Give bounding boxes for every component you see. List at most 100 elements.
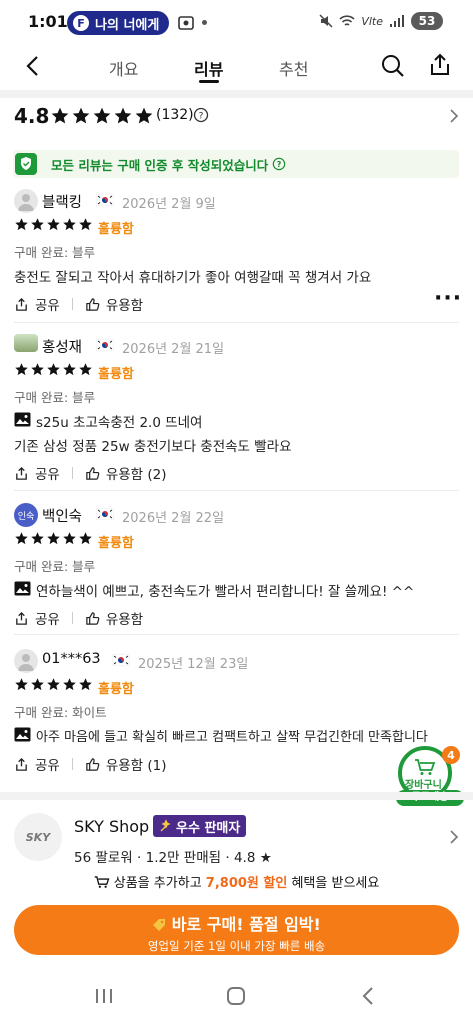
mute-icon — [319, 14, 333, 28]
share-button[interactable]: 공유 — [35, 463, 60, 483]
buy-title-text: 바로 구매! 품절 임박! — [171, 915, 321, 934]
signal-icon — [390, 15, 404, 27]
help-icon: ? — [273, 157, 286, 171]
help-icon[interactable]: ? — [193, 107, 209, 123]
review-stars — [14, 217, 93, 232]
korea-flag-icon — [96, 194, 114, 206]
star-icon — [93, 107, 111, 124]
buy-subtitle: 영업일 기준 1일 이내 가장 빠른 배송 — [147, 939, 326, 953]
promo-amount: 7,800원 할인 — [205, 876, 288, 891]
star-icon — [135, 107, 153, 124]
photo-icon — [14, 727, 31, 742]
summary-stars — [50, 106, 154, 126]
dot-separator: · — [137, 850, 146, 866]
review-stars — [14, 531, 93, 546]
review-actions: 공유 유용함 (1) — [14, 754, 167, 774]
share-icon — [16, 466, 27, 480]
share-icon — [16, 297, 27, 311]
star-icon: ★ — [259, 850, 272, 866]
review-actions: 공유 유용함 — [14, 294, 143, 314]
avatar: 인숙 — [14, 503, 38, 527]
review-date: 2025년 12월 23일 — [138, 657, 249, 672]
promo-banner[interactable]: 상품을 추가하고 7,800원 할인 혜택을 받으세요 — [0, 872, 473, 891]
cart-icon — [94, 876, 110, 888]
review-count: (132) — [156, 107, 194, 123]
cart-icon — [414, 758, 436, 776]
shop-stats: 56 팔로워 · 1.2만 판매됨 · 4.8 ★ — [74, 846, 272, 866]
korea-flag-icon — [96, 339, 114, 351]
share-button[interactable]: 공유 — [35, 608, 60, 628]
svg-text:?: ? — [277, 160, 282, 169]
rating-summary[interactable]: 4.8 (132) ? — [0, 98, 473, 138]
promo-prefix: 상품을 추가하고 — [113, 876, 202, 891]
system-nav-bar — [0, 975, 473, 1024]
rating-label: 훌륭함 — [98, 536, 134, 551]
badge-text: 우수 판매자 — [176, 820, 241, 836]
share-button[interactable]: 공유 — [35, 294, 60, 314]
sold-count: 1.2만 판매됨 — [145, 850, 222, 866]
purchase-option: 구매 완료: 블루 — [14, 559, 96, 574]
reviewer-name: 백인숙 — [42, 509, 83, 525]
back-nav-icon[interactable] — [361, 986, 375, 1006]
cart-count-badge: 4 — [442, 746, 460, 764]
search-icon[interactable] — [380, 53, 406, 79]
review-card: 인숙 백인숙 2026년 2월 22일 훌륭함 구매 완료: 블루 연하늘색이 … — [0, 502, 473, 632]
purchase-option: 구매 완료: 블루 — [14, 390, 96, 405]
review-text: 충전도 잘되고 작아서 휴대하기가 좋아 여행갈때 꼭 챙겨서 가요 — [14, 270, 372, 286]
status-bar: 1:01 F 나의 너에게 Vlte 53 — [0, 0, 473, 46]
notification-pill[interactable]: F 나의 너에게 — [67, 11, 169, 35]
separator — [71, 298, 73, 310]
share-icon — [16, 757, 27, 771]
helpful-button[interactable]: 유용함 (1) — [106, 754, 167, 774]
shop-name[interactable]: SKY Shop — [74, 817, 149, 836]
review-text: s25u 초고속충전 2.0 뜨네여 — [36, 415, 203, 431]
review-card: 블랙킹 2026년 2월 9일 훌륭함 구매 완료: 블루 충전도 잘되고 작아… — [0, 188, 473, 318]
tab-review[interactable]: 리뷰 — [194, 56, 223, 80]
average-score: 4.8 — [14, 104, 50, 128]
share-icon — [16, 611, 27, 625]
divider — [0, 792, 473, 800]
korea-flag-icon — [96, 508, 114, 520]
chevron-right-icon[interactable] — [449, 108, 459, 124]
star-icon — [114, 107, 132, 124]
review-date: 2026년 2월 9일 — [122, 197, 216, 212]
divider — [14, 490, 459, 491]
review-text: 연하늘색이 예쁘고, 충전속도가 빨라서 편리합니다! 잘 쓸께요! ^^ — [36, 584, 415, 600]
review-text: 아주 마음에 들고 확실히 빠르고 컴팩트하고 살짝 무겁긴한데 만족합니다 — [36, 730, 428, 745]
share-button[interactable]: 공유 — [35, 754, 60, 774]
rating-label: 훌륭함 — [98, 682, 134, 697]
divider — [14, 322, 459, 323]
tab-recommend[interactable]: 추천 — [279, 56, 308, 80]
review-date: 2026년 2월 21일 — [122, 342, 225, 357]
thumbs-up-icon — [86, 297, 100, 311]
app-icon: F — [73, 15, 89, 31]
review-date: 2026년 2월 22일 — [122, 511, 225, 526]
clock: 1:01 — [28, 12, 68, 31]
shop-logo[interactable]: SKY — [14, 813, 62, 861]
separator — [71, 758, 73, 770]
thumbs-up-icon — [86, 466, 100, 480]
helpful-button[interactable]: 유용함 — [106, 608, 143, 628]
recent-apps-icon[interactable] — [94, 987, 114, 1005]
buy-title: 바로 구매! 품절 임박! — [14, 911, 459, 935]
separator — [71, 467, 73, 479]
helpful-button[interactable]: 유용함 (2) — [106, 463, 167, 483]
buy-now-button[interactable]: 바로 구매! 품절 임박! 영업일 기준 1일 이내 가장 빠른 배송 — [14, 905, 459, 955]
purchase-option: 구매 완료: 블루 — [14, 245, 96, 260]
share-icon[interactable] — [428, 52, 452, 78]
tab-overview[interactable]: 개요 — [109, 56, 138, 80]
verification-notice: 모든 리뷰는 구매 인증 후 작성되었습니다 ? — [13, 150, 459, 178]
more-options-icon[interactable]: ··· — [434, 286, 462, 311]
cart-label: 장바구니 — [405, 780, 442, 791]
verification-text: 모든 리뷰는 구매 인증 후 작성되었습니다 — [51, 157, 269, 173]
helpful-button[interactable]: 유용함 — [106, 294, 143, 314]
screenshot-icon — [177, 14, 195, 32]
reviewer-name: 01***63 — [42, 651, 101, 667]
top-nav: 개요 리뷰 추천 — [0, 46, 473, 90]
rating-label: 훌륭함 — [98, 367, 134, 382]
avatar — [14, 649, 38, 673]
home-icon[interactable] — [226, 986, 246, 1006]
back-icon[interactable] — [22, 54, 44, 78]
chevron-right-icon[interactable] — [449, 829, 459, 845]
review-card: 홍성재 2026년 2월 21일 훌륭함 구매 완료: 블루 s25u 초고속충… — [0, 333, 473, 483]
